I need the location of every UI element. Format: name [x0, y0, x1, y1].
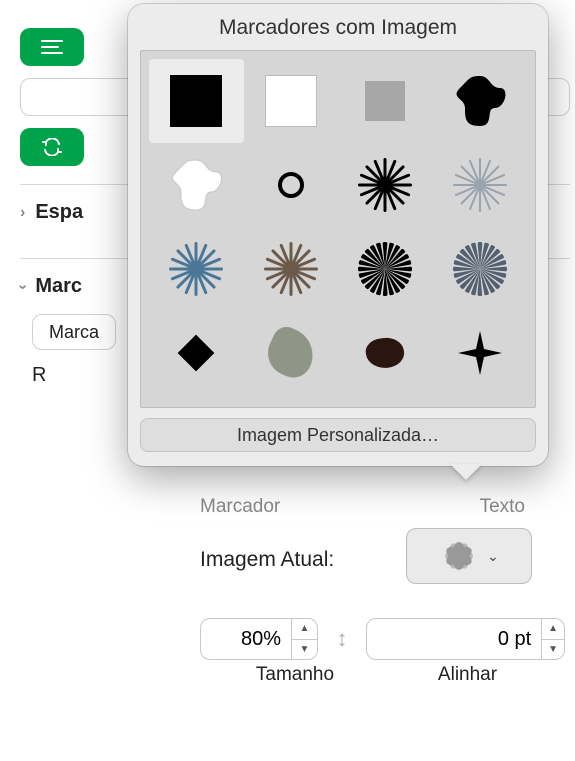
- sunrays-black-icon: [358, 242, 412, 296]
- chevron-right-icon: ›: [20, 204, 25, 222]
- refresh-icon: [38, 138, 66, 156]
- quatrefoil-black-icon: [453, 74, 507, 128]
- bullet-option[interactable]: [433, 227, 528, 311]
- circle-outline-icon: [278, 172, 304, 198]
- align-lock-icon[interactable]: ↕: [332, 626, 352, 652]
- starburst-blue-icon: [169, 242, 223, 296]
- bullet-option[interactable]: [149, 59, 244, 143]
- bullet-type-select[interactable]: Marca: [32, 314, 116, 350]
- quatrefoil-white-icon: [169, 158, 223, 212]
- bullet-option[interactable]: [149, 311, 244, 395]
- bullet-option[interactable]: [244, 59, 339, 143]
- starburst-gray-icon: [453, 158, 507, 212]
- size-step-down[interactable]: ▼: [292, 640, 317, 660]
- size-label: Tamanho: [210, 664, 380, 686]
- bullet-option[interactable]: [433, 59, 528, 143]
- bullet-option[interactable]: [149, 395, 244, 408]
- align-label: Alinhar: [380, 664, 555, 686]
- spacing-label: Espa: [35, 201, 83, 224]
- blob-brown-icon: [364, 336, 406, 371]
- popover-title: Marcadores com Imagem: [128, 4, 548, 50]
- sparkle-icon: [453, 326, 507, 380]
- align-input[interactable]: [367, 628, 541, 651]
- bullets-label: Marc: [35, 275, 82, 298]
- scribble-icon: [260, 322, 321, 383]
- bullet-option[interactable]: [338, 59, 433, 143]
- align-step-down[interactable]: ▼: [542, 640, 564, 660]
- image-bullets-popover: Marcadores com Imagem Imagem Personaliza…: [128, 4, 548, 466]
- white-square-icon: [265, 75, 317, 127]
- bullet-option[interactable]: [338, 311, 433, 395]
- starburst-black-icon: [358, 158, 412, 212]
- custom-image-button[interactable]: Imagem Personalizada…: [140, 418, 536, 452]
- text-label: Texto: [480, 496, 525, 518]
- bullet-option[interactable]: [338, 227, 433, 311]
- bullet-option[interactable]: [338, 143, 433, 227]
- bullet-option[interactable]: [433, 143, 528, 227]
- bullet-option[interactable]: [244, 311, 339, 395]
- chevron-down-icon: ⌄: [487, 548, 499, 565]
- current-bullet-preview-icon: [439, 536, 479, 576]
- align-stepper[interactable]: ▲ ▼: [366, 618, 565, 660]
- marker-label: Marcador: [200, 496, 280, 518]
- bullet-option[interactable]: [244, 227, 339, 311]
- starburst-brown-icon: [264, 242, 318, 296]
- gray-square-icon: [365, 81, 405, 121]
- size-stepper[interactable]: ▲ ▼: [200, 618, 318, 660]
- update-style-button[interactable]: [20, 128, 84, 166]
- indent-labels: Marcador Texto: [200, 496, 565, 518]
- bullets-grid: [140, 50, 536, 408]
- align-step-up[interactable]: ▲: [542, 619, 564, 640]
- style-button-1[interactable]: [20, 28, 84, 66]
- bullet-type-value: Marca: [49, 322, 99, 343]
- size-step-up[interactable]: ▲: [292, 619, 317, 640]
- black-square-icon: [170, 75, 222, 127]
- size-input[interactable]: [201, 628, 291, 651]
- bullet-option[interactable]: [149, 143, 244, 227]
- paragraph-icon: [38, 38, 66, 56]
- bullet-option[interactable]: [433, 311, 528, 395]
- custom-image-label: Imagem Personalizada…: [237, 425, 439, 446]
- chevron-down-icon: ›: [14, 284, 32, 289]
- bullet-option[interactable]: [149, 227, 244, 311]
- bullet-option[interactable]: [244, 143, 339, 227]
- sunrays-slate-icon: [453, 242, 507, 296]
- diamond-black-icon: [178, 335, 215, 372]
- current-image-label: Imagem Atual:: [200, 548, 334, 572]
- current-image-swatch[interactable]: ⌄: [406, 528, 532, 584]
